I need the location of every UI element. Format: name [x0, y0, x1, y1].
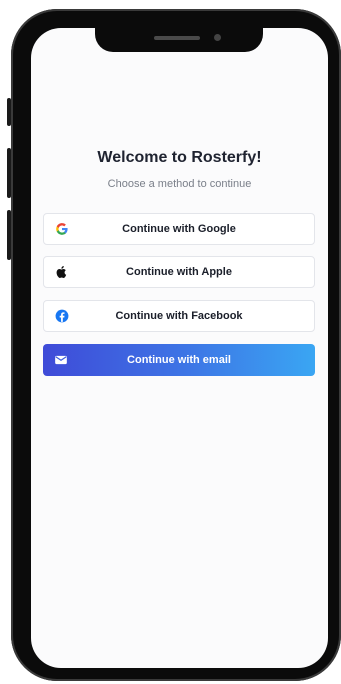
google-button-label: Continue with Google: [122, 223, 236, 235]
continue-with-apple-button[interactable]: Continue with Apple: [43, 256, 315, 288]
email-button-label: Continue with email: [127, 354, 231, 366]
apple-button-label: Continue with Apple: [126, 266, 232, 278]
phone-side-button: [7, 98, 11, 126]
facebook-button-label: Continue with Facebook: [115, 310, 243, 322]
continue-with-google-button[interactable]: Continue with Google: [43, 213, 315, 245]
speaker-grille: [154, 36, 200, 40]
welcome-subtitle: Choose a method to continue: [107, 178, 252, 190]
phone-side-button: [7, 148, 11, 198]
phone-notch: [95, 28, 263, 52]
welcome-title: Welcome to Rosterfy!: [97, 149, 262, 166]
continue-with-email-button[interactable]: Continue with email: [43, 344, 315, 376]
phone-side-button: [7, 210, 11, 260]
continue-with-facebook-button[interactable]: Continue with Facebook: [43, 300, 315, 332]
front-camera: [214, 34, 221, 41]
